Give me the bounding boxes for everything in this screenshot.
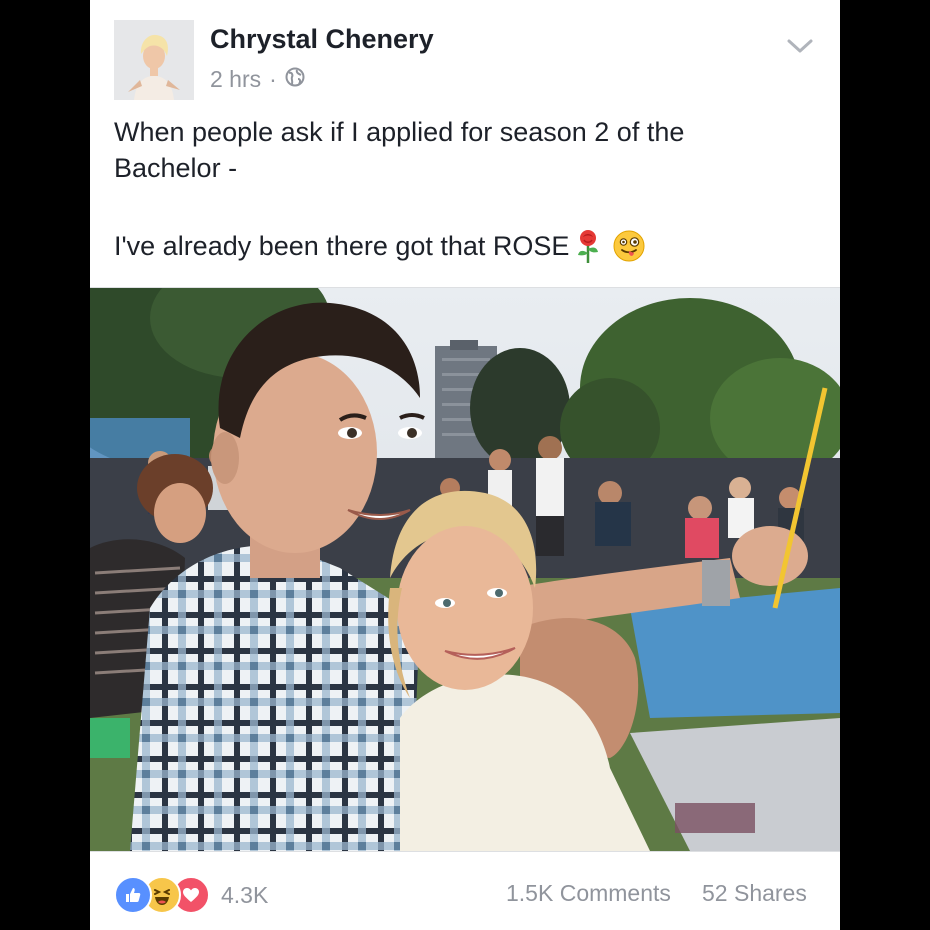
reaction-count: 4.3K: [221, 881, 269, 908]
globe-icon: [285, 66, 305, 93]
post-text-line: Bachelor -: [114, 153, 238, 183]
post-meta: 2 hrs ·: [210, 66, 305, 93]
author-name[interactable]: Chrystal Chenery: [210, 24, 434, 55]
post-card: Chrystal Chenery 2 hrs · When people ask…: [90, 0, 840, 930]
comments-count-link[interactable]: 1.5K Comments: [506, 880, 671, 907]
rose-emoji: [575, 229, 601, 263]
post-photo-image: [90, 288, 840, 851]
post-text-line-with-emoji: I've already been there got that ROSE: [114, 228, 814, 264]
like-icon: [114, 876, 152, 914]
winking-tongue-emoji: [613, 230, 645, 262]
shares-count-link[interactable]: 52 Shares: [702, 880, 807, 907]
post-text-line: When people ask if I applied for season …: [114, 117, 685, 147]
timestamp[interactable]: 2 hrs: [210, 66, 261, 93]
meta-separator: ·: [269, 66, 277, 92]
post-photo[interactable]: [90, 287, 840, 852]
post-text-line: I've already been there got that ROSE: [114, 231, 570, 261]
chevron-down-icon[interactable]: [786, 36, 814, 56]
author-avatar[interactable]: [114, 20, 194, 100]
reactions-summary[interactable]: 4.3K: [114, 876, 268, 914]
post-text: When people ask if I applied for season …: [114, 114, 814, 264]
